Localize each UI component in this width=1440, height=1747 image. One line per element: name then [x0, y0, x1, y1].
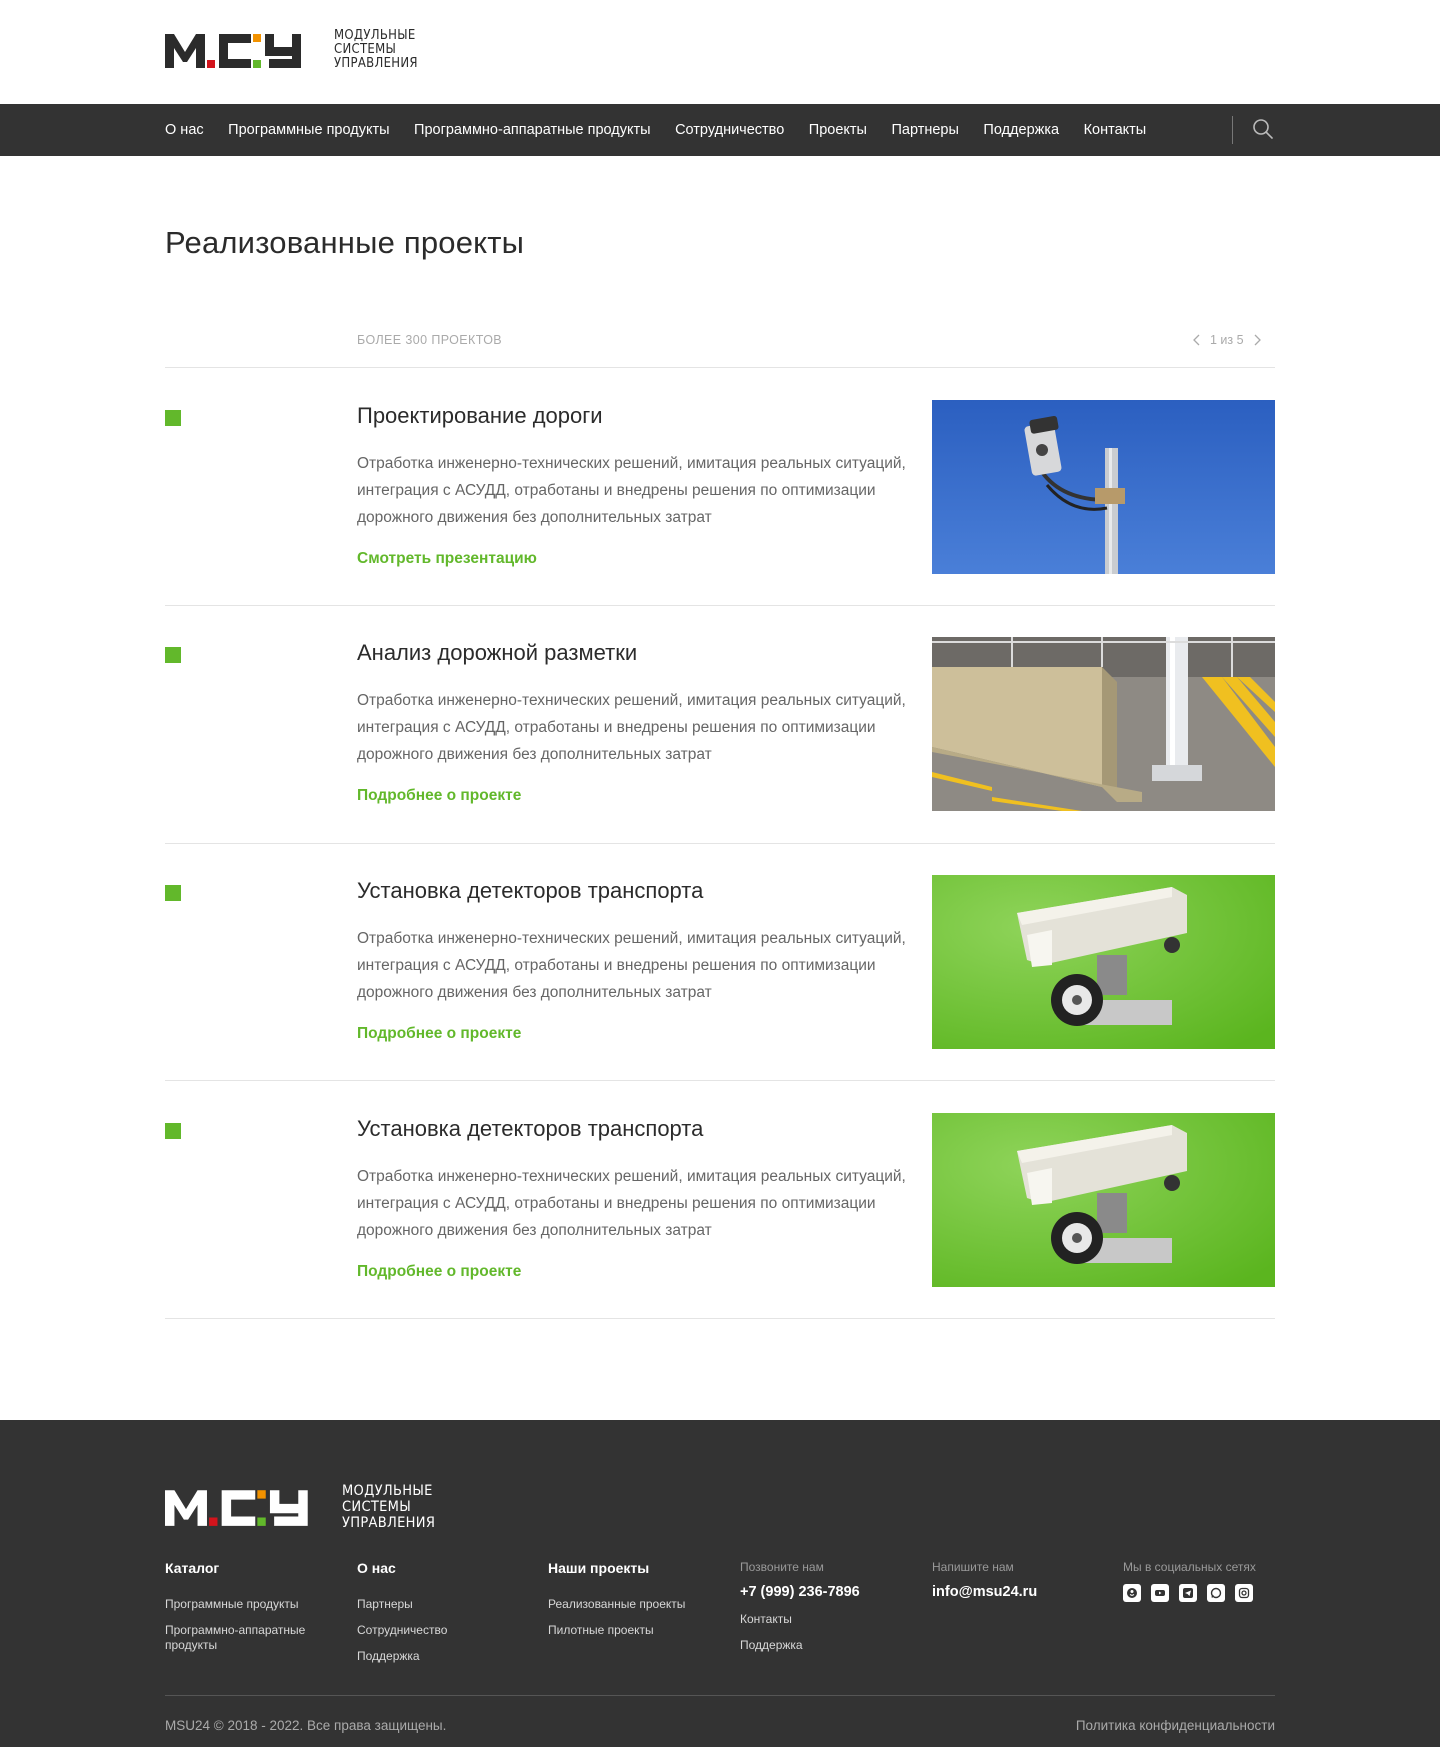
main-nav: О нас Программные продукты Программно-ап… [0, 104, 1440, 156]
logo-mark [165, 34, 301, 68]
footer-link[interactable]: Программные продукты [165, 1597, 335, 1612]
logo-text-line: МОДУЛЬНЫЕ [334, 28, 416, 43]
logo-text-line: УПРАВЛЕНИЯ [342, 1515, 436, 1531]
project-image-camera-pole[interactable] [932, 400, 1275, 574]
footer-col-projects: Наши проекты Реализованные проекты Пилот… [548, 1560, 685, 1649]
nav-items: О нас Программные продукты Программно-ап… [165, 104, 1171, 156]
project-image-camera-green[interactable] [932, 1113, 1275, 1287]
project-item: Установка детекторов транспорта Отработк… [165, 875, 1275, 1050]
footer-col-social: Мы в социальных сетях [1123, 1560, 1256, 1602]
logo-text-line: СИСТЕМЫ [334, 42, 397, 57]
search-icon[interactable] [1251, 117, 1275, 141]
site-header: МОДУЛЬНЫЕ СИСТЕМЫ УПРАВЛЕНИЯ [0, 0, 1440, 104]
nav-divider [1232, 116, 1233, 144]
page-indicator: 1 из 5 [1210, 333, 1244, 347]
footer-col-call: Позвоните нам +7 (999) 236-7896 Контакты… [740, 1560, 860, 1664]
youtube-icon[interactable] [1151, 1584, 1169, 1602]
green-square-icon [165, 647, 181, 663]
project-description: Отработка инженерно-технических решений,… [357, 1168, 906, 1239]
footer-link[interactable]: Поддержка [357, 1649, 447, 1664]
project-link[interactable]: Подробнее о проекте [357, 787, 521, 805]
page-title: Реализованные проекты [165, 225, 525, 260]
nav-item-hardware[interactable]: Программно-аппаратные продукты [414, 122, 651, 138]
project-title: Установка детекторов транспорта [357, 878, 704, 903]
logo-text-line: МОДУЛЬНЫЕ [342, 1483, 433, 1499]
nav-item-about[interactable]: О нас [165, 122, 204, 138]
nav-item-projects[interactable]: Проекты [809, 122, 867, 138]
footer-email[interactable]: info@msu24.ru [932, 1584, 1037, 1600]
footer-col-about: О нас Партнеры Сотрудничество Поддержка [357, 1560, 447, 1675]
green-square-icon [165, 410, 181, 426]
project-item: Анализ дорожной разметки Отработка инжен… [165, 637, 1275, 812]
project-title: Проектирование дороги [357, 403, 603, 428]
project-link[interactable]: Смотреть презентацию [357, 550, 537, 568]
green-square-icon [165, 885, 181, 901]
chevron-left-icon[interactable] [1190, 331, 1204, 349]
footer-link[interactable]: Реализованные проекты [548, 1597, 685, 1612]
footer-caption: Напишите нам [932, 1560, 1014, 1574]
project-description: Отработка инженерно-технических решений,… [357, 692, 906, 763]
project-link[interactable]: Подробнее о проекте [357, 1263, 521, 1281]
footer-col-title: О нас [357, 1560, 396, 1576]
whatsapp-icon[interactable] [1207, 1584, 1225, 1602]
divider [165, 605, 1275, 606]
project-title: Анализ дорожной разметки [357, 640, 638, 665]
nav-item-partners[interactable]: Партнеры [891, 122, 958, 138]
footer-caption: Мы в социальных сетях [1123, 1560, 1256, 1574]
site-footer: МОДУЛЬНЫЕ СИСТЕМЫ УПРАВЛЕНИЯ Каталог Про… [0, 1420, 1440, 1747]
divider [165, 1080, 1275, 1081]
project-link[interactable]: Подробнее о проекте [357, 1025, 521, 1043]
copyright: MSU24 © 2018 - 2022. Все права защищены. [165, 1718, 447, 1733]
project-description: Отработка инженерно-технических решений,… [357, 930, 906, 1001]
divider [165, 843, 1275, 844]
telegram-icon[interactable] [1179, 1584, 1197, 1602]
logo-text: МОДУЛЬНЫЕ СИСТЕМЫ УПРАВЛЕНИЯ [342, 1483, 435, 1531]
footer-col-title: Каталог [165, 1560, 220, 1576]
logo-text-line: СИСТЕМЫ [342, 1499, 412, 1515]
divider [165, 367, 1275, 368]
footer-caption: Позвоните нам [740, 1560, 824, 1574]
footer-phone[interactable]: +7 (999) 236-7896 [740, 1584, 860, 1600]
pagination: 1 из 5 [1190, 331, 1264, 349]
green-square-icon [165, 1123, 181, 1139]
privacy-policy-link[interactable]: Политика конфиденциальности [1076, 1718, 1275, 1733]
footer-link[interactable]: Контакты [740, 1612, 860, 1627]
project-image-road-markings[interactable] [932, 637, 1275, 811]
project-item: Проектирование дороги Отработка инженерн… [165, 400, 1275, 575]
footer-link[interactable]: Пилотные проекты [548, 1623, 685, 1638]
footer-link[interactable]: Партнеры [357, 1597, 447, 1612]
footer-link[interactable]: Сотрудничество [357, 1623, 447, 1638]
logo-text: МОДУЛЬНЫЕ СИСТЕМЫ УПРАВЛЕНИЯ [334, 29, 418, 71]
project-description: Отработка инженерно-технических решений,… [357, 455, 906, 526]
project-image-camera-green[interactable] [932, 875, 1275, 1049]
nav-item-support[interactable]: Поддержка [983, 122, 1059, 138]
logo[interactable]: МОДУЛЬНЫЕ СИСТЕМЫ УПРАВЛЕНИЯ [165, 29, 418, 71]
footer-col-title: Наши проекты [548, 1560, 650, 1576]
social-icons [1123, 1584, 1256, 1602]
odnoklassniki-icon[interactable] [1123, 1584, 1141, 1602]
project-title: Установка детекторов транспорта [357, 1116, 704, 1141]
footer-col-catalog: Каталог Программные продукты Программно-… [165, 1560, 335, 1664]
divider [165, 1318, 1275, 1319]
footer-link[interactable]: Программно-аппаратные продукты [165, 1623, 335, 1653]
logo-text-line: УПРАВЛЕНИЯ [334, 56, 418, 71]
projects-count-label: БОЛЕЕ 300 ПРОЕКТОВ [357, 333, 503, 347]
nav-item-contacts[interactable]: Контакты [1084, 122, 1147, 138]
footer-divider [165, 1695, 1275, 1696]
footer-logo[interactable]: МОДУЛЬНЫЕ СИСТЕМЫ УПРАВЛЕНИЯ [165, 1483, 435, 1531]
nav-item-software[interactable]: Программные продукты [228, 122, 389, 138]
instagram-icon[interactable] [1235, 1584, 1253, 1602]
chevron-right-icon[interactable] [1250, 331, 1264, 349]
project-item: Установка детекторов транспорта Отработк… [165, 1113, 1275, 1288]
footer-link[interactable]: Поддержка [740, 1638, 860, 1653]
logo-mark [165, 1490, 308, 1526]
nav-item-cooperation[interactable]: Сотрудничество [675, 122, 784, 138]
footer-col-write: Напишите нам info@msu24.ru [932, 1560, 1037, 1612]
